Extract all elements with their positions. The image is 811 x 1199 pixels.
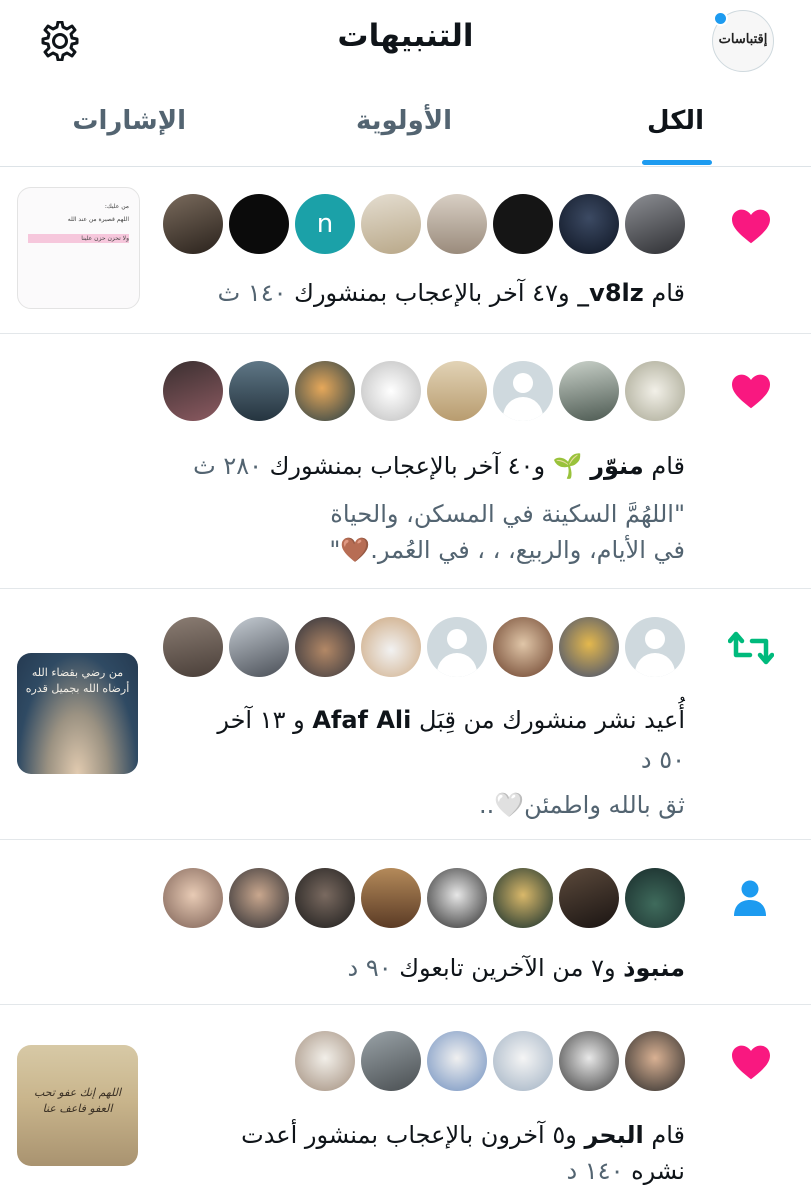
user-name: البحر [584,1121,644,1149]
avatar-row: n [163,194,685,254]
user-name: منبوذ [623,954,685,982]
avatar[interactable] [559,1031,619,1091]
notification-item[interactable]: أُعيد نشر منشورك من قِبَل Afaf Ali و ١٣ … [0,589,811,840]
avatar[interactable] [625,617,685,677]
thumbnail-text: اللهم إنك عفو تحب [33,1086,122,1099]
notification-text: نشره ١٤٠ د [566,1157,685,1185]
avatar[interactable] [361,868,421,928]
avatar[interactable] [559,361,619,421]
post-excerpt: "اللهُمَّ السكينة في المسكن، والحياة في … [329,496,685,568]
heart-icon [730,207,772,249]
avatar[interactable] [295,1031,355,1091]
avatar[interactable] [559,617,619,677]
avatar[interactable] [493,194,553,254]
notification-text: قام v8lz_ و٤٧ آخر بالإعجاب بمنشورك ١٤٠ ث [217,279,685,307]
post-thumbnail[interactable]: من رضي بقضاء الله أرضاه الله بجميل قدره [17,653,138,774]
avatar[interactable] [493,1031,553,1091]
thumbnail-text: ولا تحزن حزن علينا [28,234,129,243]
tab-bar: الكل الأولوية الإشارات [0,82,811,167]
timestamp: ٩٠ د [347,954,392,982]
notification-text: قام البحر و٥ آخرون بالإعجاب بمنشور أعدت [241,1121,685,1149]
avatar-row [163,617,685,677]
person-icon [733,878,767,922]
avatar[interactable] [229,194,289,254]
post-excerpt: ثق بالله واطمئن🤍.. [479,791,685,819]
heart-icon [730,372,772,414]
tab-all[interactable]: الكل [647,106,704,136]
timestamp: ٥٠ د [640,746,685,774]
avatar[interactable] [427,868,487,928]
avatar[interactable] [427,194,487,254]
avatar[interactable] [295,361,355,421]
user-name: منوّر [590,452,644,480]
avatar[interactable] [163,194,223,254]
avatar[interactable]: n [295,194,355,254]
retweet-icon [727,629,775,671]
thumbnail-text: من عليك: [104,203,129,210]
avatar[interactable] [229,361,289,421]
heart-icon [730,1043,772,1085]
thumbnail-text: اللهم قصيرة من عند الله [67,216,129,223]
notification-item[interactable]: قام منوّر 🌱 و٤٠ آخر بالإعجاب بمنشورك ٢٨٠… [0,334,811,589]
unread-dot [713,11,728,26]
avatar[interactable] [295,868,355,928]
avatar[interactable] [163,617,223,677]
page-title: التنبيهات [337,18,474,54]
post-excerpt-line: "اللهُمَّ السكينة في المسكن، والحياة [330,500,685,528]
avatar[interactable] [427,1031,487,1091]
thumbnail-text: أرضاه الله بجميل قدره [25,682,130,695]
avatar[interactable] [361,194,421,254]
avatar[interactable] [559,194,619,254]
notification-text: قام منوّر 🌱 و٤٠ آخر بالإعجاب بمنشورك ٢٨٠… [193,452,685,480]
notification-text: منبوذ و٧ من الآخرين تابعوك ٩٠ د [347,954,686,982]
notification-item[interactable]: منبوذ و٧ من الآخرين تابعوك ٩٠ د [0,840,811,1005]
notification-item[interactable]: قام البحر و٥ آخرون بالإعجاب بمنشور أعدت … [0,1005,811,1199]
notification-text: أُعيد نشر منشورك من قِبَل Afaf Ali و ١٣ … [217,706,685,734]
avatar[interactable] [361,361,421,421]
tab-mentions[interactable]: الإشارات [72,106,186,136]
avatar[interactable] [163,361,223,421]
avatar[interactable] [625,361,685,421]
avatar[interactable] [493,617,553,677]
avatar[interactable] [361,617,421,677]
avatar[interactable] [229,868,289,928]
sprout-emoji: 🌱 [552,452,583,480]
post-excerpt-line: في الأيام، والربيع، ، ، في العُمر.🤎" [329,536,685,564]
avatar[interactable] [361,1031,421,1091]
timestamp: ١٤٠ ث [217,279,287,307]
notification-item[interactable]: n قام v8lz_ و٤٧ آخر بالإعجاب بمنشورك ١٤٠… [0,167,811,334]
avatar-row [163,868,685,928]
user-name: Afaf Ali [312,706,412,734]
user-name: v8lz_ [577,279,644,307]
avatar[interactable] [229,617,289,677]
post-thumbnail[interactable]: من عليك: اللهم قصيرة من عند الله ولا تحز… [17,187,140,309]
avatar-row [163,361,685,421]
avatar[interactable] [427,361,487,421]
thumbnail-text: العفو فاعف عنا [42,1102,113,1115]
avatar[interactable] [163,868,223,928]
active-tab-indicator [642,160,712,165]
timestamp: ٢٨٠ ث [193,452,263,480]
avatar[interactable] [427,617,487,677]
avatar[interactable] [295,617,355,677]
app-header: التنبيهات إقتباسات [0,0,811,82]
avatar[interactable] [559,868,619,928]
avatar[interactable] [625,1031,685,1091]
timestamp: ١٤٠ د [566,1157,624,1185]
avatar[interactable] [625,194,685,254]
post-thumbnail[interactable]: اللهم إنك عفو تحب العفو فاعف عنا [17,1045,138,1166]
avatar[interactable] [625,868,685,928]
avatar-row [295,1031,685,1091]
avatar[interactable] [493,868,553,928]
avatar[interactable] [493,361,553,421]
tab-priority[interactable]: الأولوية [356,106,452,136]
thumbnail-text: من رضي بقضاء الله [31,666,124,679]
